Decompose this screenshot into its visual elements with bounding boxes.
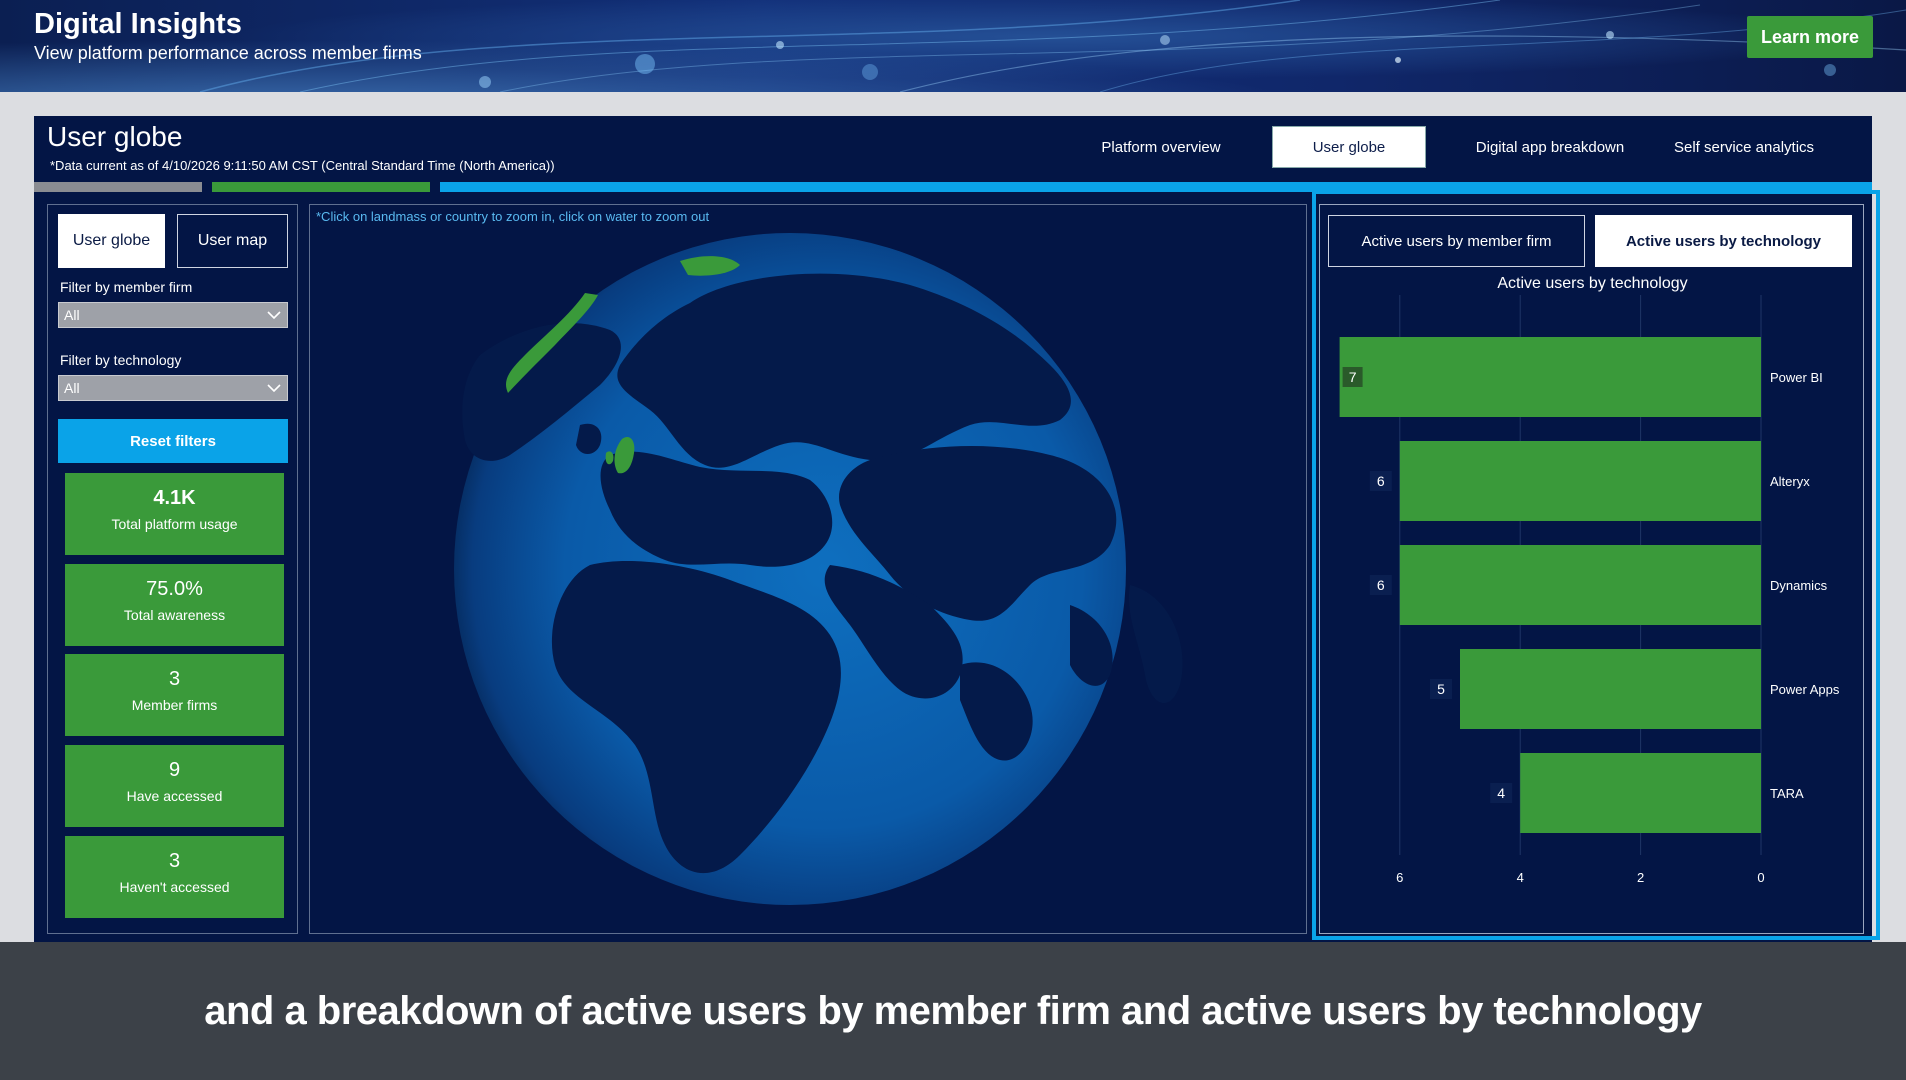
technology-dropdown-value: All — [64, 380, 80, 396]
nav-platform-overview[interactable]: Platform overview — [1084, 126, 1238, 168]
tab-active-users-by-technology[interactable]: Active users by technology — [1595, 215, 1852, 267]
nav-digital-app-breakdown[interactable]: Digital app breakdown — [1460, 126, 1640, 168]
kpi-label: Member firms — [131, 697, 218, 713]
category-label: Power Apps — [1770, 682, 1840, 697]
banner-title: Digital Insights — [34, 8, 242, 40]
globe-panel: *Click on landmass or country to zoom in… — [309, 204, 1307, 934]
caption-bar: and a breakdown of active users by membe… — [0, 942, 1906, 1080]
bar — [1399, 545, 1761, 625]
x-tick-label: 0 — [1757, 870, 1764, 885]
kpi-card: 3 Haven't accessed — [65, 836, 284, 918]
x-tick-label: 2 — [1637, 870, 1644, 885]
filter-technology-label: Filter by technology — [60, 352, 182, 368]
category-label: Power BI — [1770, 370, 1823, 385]
learn-more-button[interactable]: Learn more — [1747, 16, 1873, 58]
kpi-card: 4.1K Total platform usage — [65, 473, 284, 555]
kpi-value: 9 — [168, 759, 181, 781]
globe-map[interactable] — [310, 205, 1307, 934]
member-firm-dropdown-value: All — [64, 307, 80, 323]
data-label: 4 — [1497, 785, 1505, 801]
bar — [1399, 441, 1761, 521]
bar — [1460, 649, 1761, 729]
data-label: 6 — [1377, 473, 1385, 489]
data-timestamp-note: *Data current as of 4/10/2026 9:11:50 AM… — [50, 158, 555, 173]
nav-self-service-analytics[interactable]: Self service analytics — [1654, 126, 1834, 168]
bar — [1339, 337, 1761, 417]
category-label: TARA — [1770, 786, 1804, 801]
filter-member-firm-label: Filter by member firm — [60, 279, 193, 295]
kpi-value: 3 — [168, 668, 181, 690]
data-label: 7 — [1349, 369, 1357, 385]
member-firm-dropdown[interactable]: All — [58, 302, 288, 328]
caption-text: and a breakdown of active users by membe… — [204, 988, 1702, 1033]
kpi-label: Total platform usage — [111, 516, 238, 532]
active-users-panel: Active users by member firm Active users… — [1319, 204, 1864, 934]
bar — [1520, 753, 1761, 833]
progress-segment-gray — [34, 182, 202, 192]
kpi-card: 75.0% Total awareness — [65, 564, 284, 646]
kpi-label: Total awareness — [123, 607, 226, 623]
tab-active-users-by-member-firm[interactable]: Active users by member firm — [1328, 215, 1585, 267]
technology-dropdown[interactable]: All — [58, 375, 288, 401]
banner-subtitle: View platform performance across member … — [34, 43, 422, 63]
chevron-down-icon — [267, 383, 281, 392]
category-label: Alteryx — [1770, 474, 1810, 489]
progress-segment-green — [212, 182, 430, 192]
tab-user-globe[interactable]: User globe — [58, 214, 165, 268]
nav-user-globe[interactable]: User globe — [1272, 126, 1426, 168]
reset-filters-button[interactable]: Reset filters — [58, 419, 288, 463]
kpi-label: Have accessed — [126, 788, 223, 804]
category-label: Dynamics — [1770, 578, 1828, 593]
report-canvas: User globe *Data current as of 4/10/2026… — [34, 116, 1880, 942]
header-banner: Digital Insights View platform performan… — [0, 0, 1906, 92]
kpi-value: 75.0% — [146, 578, 203, 600]
kpi-label: Haven't accessed — [119, 879, 230, 895]
kpi-card: 9 Have accessed — [65, 745, 284, 827]
kpi-value: 3 — [168, 850, 181, 872]
tab-user-map[interactable]: User map — [177, 214, 288, 268]
kpi-value: 4.1K — [153, 487, 196, 509]
bar-chart: 6 4 2 0 7 Power BI 6 Alteryx 6 Dynamics 5 Power App… — [1339, 295, 1840, 885]
data-label: 5 — [1437, 681, 1445, 697]
page-title: User globe — [47, 121, 183, 152]
filter-panel: User globe User map Filter by member fir… — [47, 204, 298, 934]
x-tick-label: 4 — [1517, 870, 1524, 885]
chart-title: Active users by technology — [1497, 275, 1688, 292]
data-label: 6 — [1377, 577, 1385, 593]
x-tick-label: 6 — [1396, 870, 1403, 885]
kpi-card: 3 Member firms — [65, 654, 284, 736]
chevron-down-icon — [267, 310, 281, 319]
